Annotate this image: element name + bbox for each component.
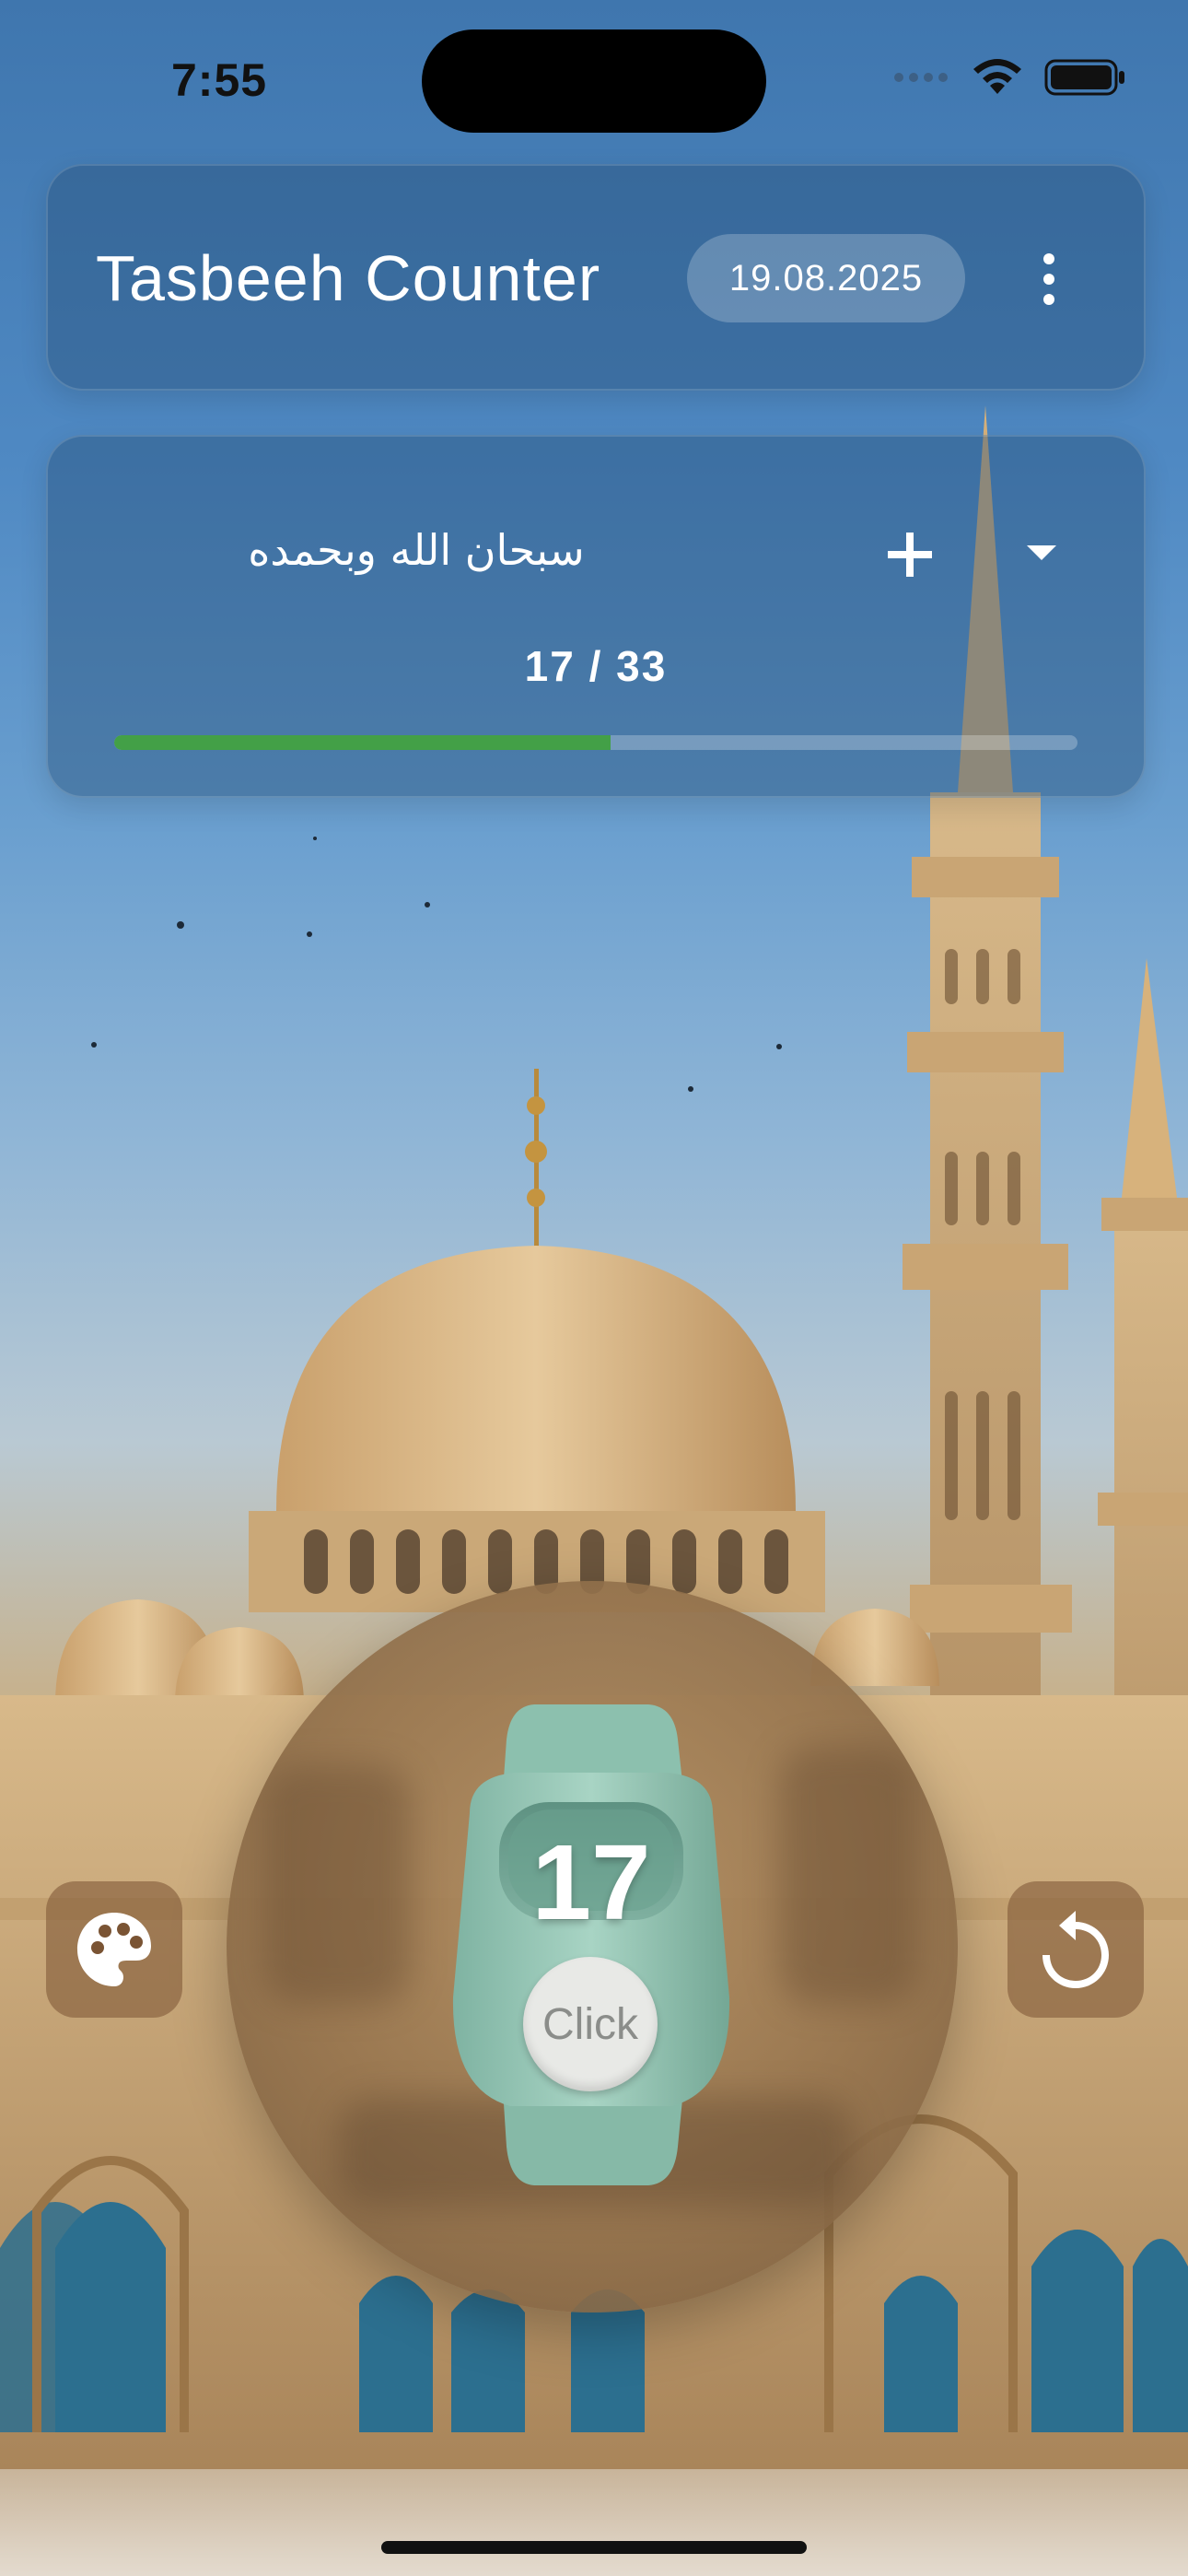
more-menu-button[interactable] [1028,241,1070,317]
date-badge[interactable]: 19.08.2025 [687,234,965,322]
more-vert-icon [1043,253,1054,264]
dynamic-island [422,29,766,133]
app-title: Tasbeeh Counter [96,242,601,314]
click-button[interactable]: Click [523,1957,658,2091]
more-vert-icon-dot [1043,274,1054,285]
add-dhikr-button[interactable] [873,518,947,591]
signal-icon [894,73,948,82]
battery-icon [1044,59,1124,96]
reset-icon [1042,1911,1109,1988]
reset-button[interactable] [1007,1881,1144,2018]
dhikr-card: سبحان الله وبحمده 17 / 33 [46,435,1146,798]
progress-bar [114,735,1077,750]
theme-button[interactable] [46,1881,182,2018]
app-screen: 7:55 Tasbeeh Counter 19.08.2025 سبحان ال… [0,0,1188,2576]
progress-text: 17 / 33 [524,642,668,690]
more-vert-icon-dot [1043,294,1054,305]
dhikr-text: سبحان الله وبحمده [248,525,585,575]
tasbeeh-counter-device [452,1704,730,2185]
palette-icon [77,1913,151,1986]
counter-value: 17 [531,1822,651,1942]
home-indicator[interactable] [381,2541,807,2554]
status-icons [893,53,1127,101]
blur-shape [263,1765,411,2005]
wifi-icon [973,59,1021,94]
blur-shape [779,1747,917,2005]
status-time: 7:55 [171,54,268,106]
header-card: Tasbeeh Counter 19.08.2025 [46,164,1146,391]
progress-fill [114,735,611,750]
caret-down-icon[interactable] [1009,525,1074,580]
